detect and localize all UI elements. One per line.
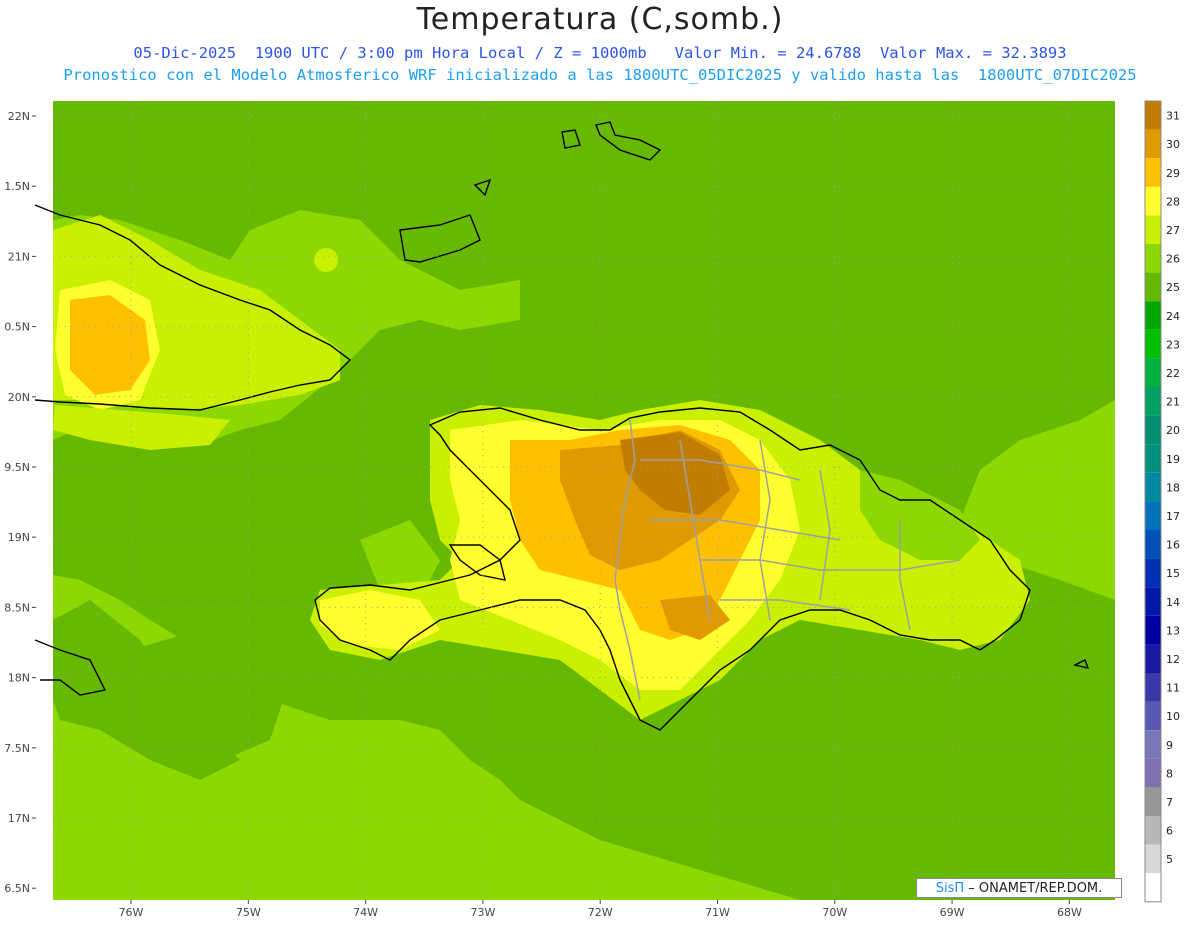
colorbar-label: 31 [1166,110,1180,123]
colorbar-swatch [1145,644,1161,673]
colorbar-swatch [1145,129,1161,159]
temperature-map: 22N 1.5N 21N 0.5N 20N 9.5N 19N 8.5N 18N 7.5N 17N 6.… [4,100,1180,919]
colorbar-label: 11 [1166,682,1180,695]
colorbar-label: 5 [1166,853,1173,866]
lon-label: 74W [353,906,378,919]
colorbar-label: 24 [1166,310,1180,323]
colorbar-swatch [1145,501,1161,530]
colorbar-label: 23 [1166,338,1180,351]
color-scale-bar: 31 30 29 28 27 26 25 24 23 22 21 20 19 18 17 16 15 14 13 12… [1144,100,1180,903]
longitude-labels: 76W 75W 74W 73W 72W 71W 70W 69W 68W [119,900,1082,919]
lat-label: 8.5N [4,601,30,614]
lat-label: 21N [8,250,30,263]
colorbar-label: 19 [1166,453,1180,466]
lon-label: 75W [236,906,261,919]
colorbar-swatch [1145,272,1161,302]
colorbar-label: 15 [1166,567,1180,580]
credit-box: SisΠ – ONAMET/REP.DOM. [916,878,1122,898]
colorbar-swatch [1145,587,1161,616]
lat-label: 6.5N [4,882,30,895]
colorbar-swatch [1145,472,1161,502]
lat-label: 0.5N [4,321,30,334]
colorbar-label: 7 [1166,796,1173,809]
lat-label: 19N [8,531,30,544]
colorbar-label: 28 [1166,195,1180,208]
colorbar-swatch [1145,530,1161,559]
colorbar-label: 20 [1166,424,1180,437]
latitude-labels: 22N 1.5N 21N 0.5N 20N 9.5N 19N 8.5N 18N 7.5N 17N 6.… [4,110,36,895]
colorbar-swatch [1145,787,1161,816]
credit-text: – ONAMET/REP.DOM. [964,881,1103,896]
lat-label: 7.5N [4,742,30,755]
colorbar-label: 14 [1166,596,1180,609]
colorbar-label: 8 [1166,767,1173,780]
colorbar-label: 17 [1166,510,1180,523]
lon-label: 72W [588,906,613,919]
colorbar-swatch [1145,730,1161,759]
lat-label: 18N [8,672,30,685]
colorbar-label: 6 [1166,825,1173,838]
colorbar-swatch [1145,329,1161,359]
colorbar-label: 9 [1166,739,1173,752]
colorbar-swatch [1145,758,1161,788]
colorbar-label: 16 [1166,539,1180,552]
lon-label: 73W [470,906,495,919]
lon-label: 69W [940,906,965,919]
lat-label: 1.5N [4,180,30,193]
colorbar-swatch [1145,873,1161,902]
colorbar-swatch [1145,415,1161,445]
lon-label: 70W [822,906,847,919]
lon-label: 76W [119,906,144,919]
colorbar-swatch [1145,244,1161,273]
lat-label: 17N [8,812,30,825]
colorbar-swatch [1145,615,1161,645]
colorbar-swatch [1145,444,1161,473]
colorbar-label: 12 [1166,653,1180,666]
lat-label: 9.5N [4,461,30,474]
colorbar-label: 22 [1166,367,1180,380]
colorbar-swatch [1145,387,1161,416]
lon-label: 71W [705,906,730,919]
colorbar-label: 18 [1166,481,1180,494]
colorbar-label: 10 [1166,710,1180,723]
colorbar-label: 27 [1166,224,1180,237]
lat-label: 22N [8,110,30,123]
colorbar-swatch [1145,844,1161,874]
colorbar-swatch [1145,158,1161,187]
colorbar-label: 21 [1166,396,1180,409]
colorbar-label: 29 [1166,167,1180,180]
colorbar-swatch [1145,301,1161,330]
colorbar-swatch [1145,816,1161,845]
colorbar-swatch [1145,673,1161,702]
lon-label: 68W [1057,906,1082,919]
colorbar-label: 30 [1166,138,1180,151]
lat-label: 20N [8,391,30,404]
colorbar-swatch [1145,558,1161,588]
colorbar-swatch [1145,215,1161,244]
colorbar-swatch [1145,701,1161,731]
colorbar-swatch [1145,358,1161,387]
colorbar-swatch [1145,186,1161,216]
colorbar-label: 26 [1166,253,1180,266]
sispi-logo: SisΠ [935,881,965,896]
colorbar-swatch [1145,101,1161,130]
colorbar-label: 13 [1166,624,1180,637]
colorbar-label: 25 [1166,281,1180,294]
